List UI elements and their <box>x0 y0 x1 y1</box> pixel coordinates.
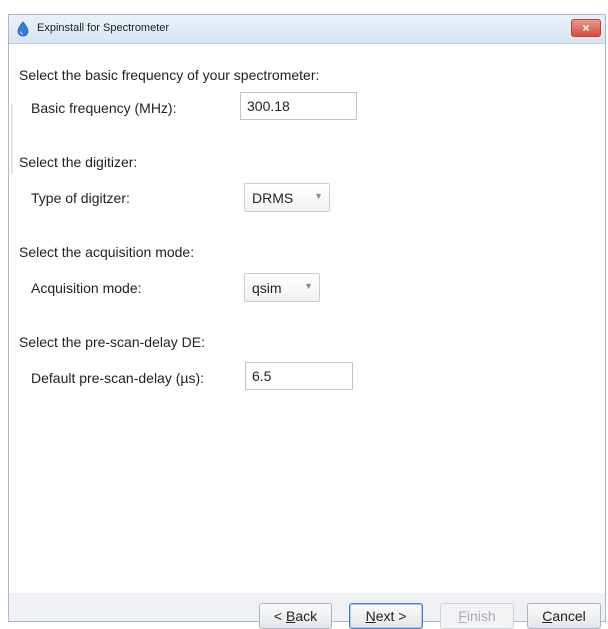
acquisition-section-heading: Select the acquisition mode: <box>19 244 195 260</box>
wizard-content: Select the basic frequency of your spect… <box>9 44 605 594</box>
expinstall-dialog: Expinstall for Spectrometer × Select the… <box>8 14 606 629</box>
next-button-label: ext > <box>375 608 407 624</box>
next-button[interactable]: Next > <box>349 603 423 629</box>
back-button-prefix: < <box>273 608 286 624</box>
close-icon: × <box>582 21 590 35</box>
next-button-mnemonic: N <box>365 608 376 624</box>
finish-button[interactable]: Finish <box>440 603 514 629</box>
close-button[interactable]: × <box>571 19 601 37</box>
basic-frequency-label: Basic frequency (MHz): <box>31 100 177 116</box>
acquisition-mode-label: Acquisition mode: <box>31 280 142 296</box>
basic-frequency-input[interactable] <box>240 92 357 120</box>
acquisition-selected-value: qsim <box>252 280 282 296</box>
digitizer-dropdown[interactable]: DRMS ▼ <box>244 183 330 212</box>
frequency-section-heading: Select the basic frequency of your spect… <box>19 67 320 83</box>
digitizer-selected-value: DRMS <box>252 190 294 206</box>
chevron-down-icon: ▼ <box>314 191 323 201</box>
chevron-down-icon: ▼ <box>304 281 313 291</box>
back-button[interactable]: < Back <box>259 603 332 629</box>
divider <box>11 104 13 174</box>
acquisition-mode-dropdown[interactable]: qsim ▼ <box>244 273 320 302</box>
finish-button-label: inish <box>466 608 496 624</box>
title-bar: Expinstall for Spectrometer × <box>9 15 605 44</box>
digitizer-section-heading: Select the digitizer: <box>19 154 138 170</box>
finish-button-mnemonic: F <box>458 608 467 624</box>
spectrometer-drop-icon <box>17 21 29 37</box>
prescan-section-heading: Select the pre-scan-delay DE: <box>19 334 205 350</box>
cancel-button-mnemonic: C <box>542 608 553 624</box>
cancel-button-label: ancel <box>552 608 586 624</box>
back-button-label: ack <box>295 608 318 624</box>
window-title: Expinstall for Spectrometer <box>37 22 170 34</box>
cancel-button[interactable]: Cancel <box>527 603 601 629</box>
digitizer-type-label: Type of digitzer: <box>31 190 130 206</box>
prescan-delay-label: Default pre-scan-delay (µs): <box>31 370 205 386</box>
button-bar: < Back Next > Finish Cancel <box>9 593 605 629</box>
back-button-mnemonic: B <box>285 608 296 624</box>
prescan-delay-input[interactable] <box>245 362 353 390</box>
